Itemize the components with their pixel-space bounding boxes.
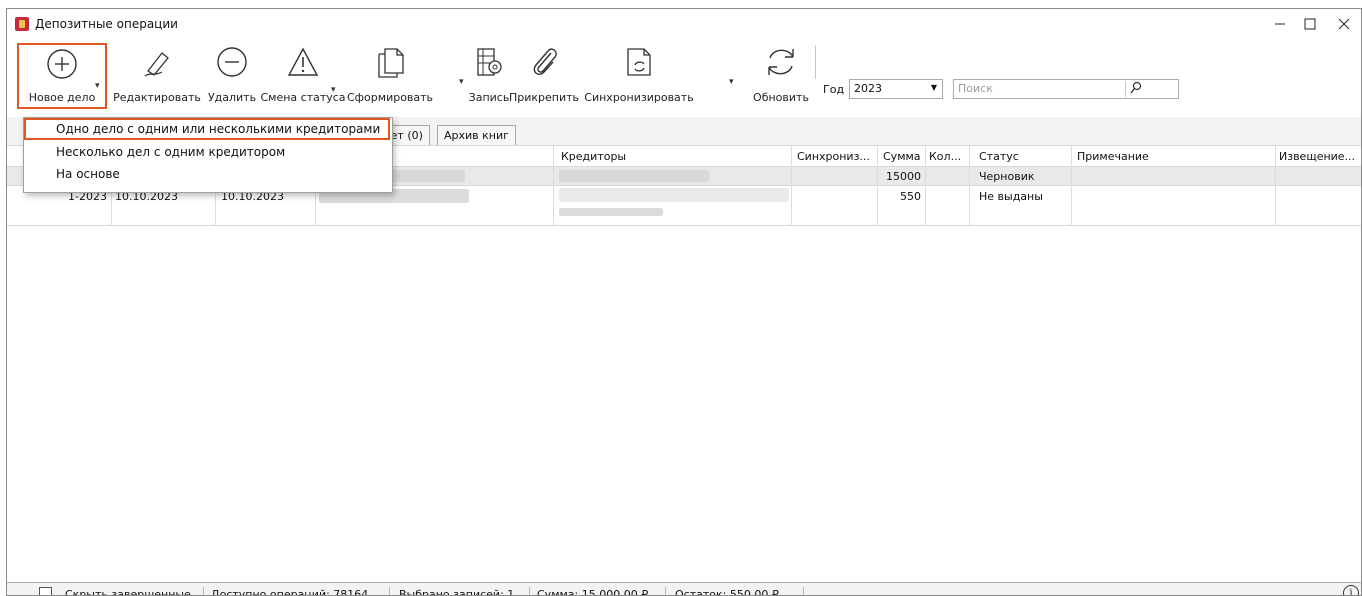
sync-label: Синхронизировать — [584, 91, 694, 104]
menu-item-multiple-cases[interactable]: Несколько дел с одним кредитором — [24, 142, 392, 164]
minimize-button[interactable] — [1265, 13, 1295, 35]
col-header-creditors[interactable]: Кредиторы — [557, 148, 630, 165]
register-icon — [477, 48, 502, 76]
new-case-dropdown-menu: Одно дело с одним или несколькими кредит… — [23, 117, 393, 193]
new-case-button[interactable]: Новое дело — [17, 43, 107, 109]
column-divider — [969, 146, 970, 226]
col-header-note[interactable]: Примечание — [1073, 148, 1153, 165]
redacted-cell — [559, 188, 789, 202]
column-divider — [791, 146, 792, 226]
warning-triangle-icon — [287, 47, 319, 76]
operations-table: Кредиторы Синхрониз... Сумма Кол... Стат… — [7, 145, 1361, 583]
col-header-status[interactable]: Статус — [975, 148, 1023, 165]
generate-dropdown-icon[interactable]: ▾ — [459, 77, 464, 87]
available-operations: Доступно операций: 78164 — [211, 588, 369, 596]
chevron-down-icon: ▼ — [930, 83, 937, 92]
app-logo-icon — [15, 17, 29, 31]
status-divider — [665, 587, 666, 595]
col-header-notice[interactable]: Извещение... — [1275, 148, 1361, 165]
title-bar: Депозитные операции — [7, 9, 1361, 39]
info-icon[interactable]: i — [1343, 585, 1359, 595]
generate-button[interactable]: Сформировать — [347, 43, 433, 109]
toolbar-divider — [815, 45, 816, 79]
total-sum: Сумма: 15 000,00 ₽ — [537, 588, 649, 596]
row-status: Черновик — [979, 170, 1035, 183]
selected-records: Выбрано записей: 1 — [399, 588, 515, 596]
redacted-cell — [559, 170, 709, 182]
refresh-button[interactable]: Обновить — [745, 43, 817, 109]
change-status-dropdown-icon[interactable]: ▾ — [331, 85, 336, 95]
column-divider — [553, 146, 554, 226]
column-divider — [877, 146, 878, 226]
app-window: Депозитные операции Новое дело ▾ Редакти… — [6, 8, 1362, 596]
year-label: Год — [823, 83, 845, 96]
plus-circle-icon — [47, 49, 77, 79]
redacted-cell — [387, 170, 465, 182]
toolbar: Новое дело ▾ Редактировать Удалить Смена… — [7, 39, 1361, 111]
status-divider — [803, 587, 804, 595]
edit-button[interactable]: Редактировать — [109, 43, 205, 109]
close-icon — [1338, 18, 1350, 30]
change-status-button[interactable]: Смена статуса — [260, 43, 346, 109]
hide-completed-checkbox[interactable] — [39, 587, 52, 595]
remainder: Остаток: 550,00 ₽ — [675, 588, 779, 596]
year-value: 2023 — [854, 82, 882, 95]
menu-item-based-on[interactable]: На основе — [24, 164, 392, 186]
status-divider — [203, 587, 204, 595]
delete-label: Удалить — [207, 91, 257, 104]
col-header-sum[interactable]: Сумма — [879, 148, 925, 165]
record-button[interactable]: Запись — [467, 43, 511, 109]
search-placeholder: Поиск — [958, 82, 993, 95]
new-case-label: Новое дело — [28, 91, 96, 104]
maximize-icon — [1304, 18, 1316, 30]
attach-button[interactable]: Прикрепить — [509, 43, 579, 109]
refresh-label: Обновить — [753, 91, 809, 104]
year-select[interactable]: 2023 ▼ — [849, 79, 943, 99]
record-label: Запись — [468, 91, 510, 104]
generate-label: Сформировать — [346, 91, 434, 104]
status-bar: Скрыть завершенные Доступно операций: 78… — [7, 583, 1361, 596]
documents-icon — [378, 48, 404, 78]
delete-button[interactable]: Удалить — [205, 43, 259, 109]
status-divider — [389, 587, 390, 595]
column-divider — [925, 146, 926, 226]
sync-button[interactable]: Синхронизировать — [579, 43, 699, 109]
redacted-cell — [559, 208, 663, 216]
row-sum: 15000 — [886, 170, 921, 183]
attach-label: Прикрепить — [508, 91, 580, 104]
sync-dropdown-icon[interactable]: ▾ — [729, 77, 734, 87]
paperclip-icon — [533, 48, 557, 75]
column-divider — [1275, 146, 1276, 226]
close-button[interactable] — [1329, 13, 1359, 35]
window-title: Депозитные операции — [35, 17, 178, 31]
status-divider — [529, 587, 530, 595]
search-input[interactable]: Поиск — [953, 79, 1179, 99]
new-case-dropdown-icon[interactable]: ▾ — [95, 81, 100, 91]
maximize-button[interactable] — [1295, 13, 1325, 35]
minimize-icon — [1275, 23, 1285, 25]
hide-completed-label[interactable]: Скрыть завершенные — [65, 588, 191, 595]
col-header-sync[interactable]: Синхрониз... — [793, 148, 874, 165]
tab-book-archive[interactable]: Архив книг — [437, 125, 516, 145]
column-divider — [1071, 146, 1072, 226]
pencil-icon — [144, 52, 169, 77]
refresh-icon — [768, 49, 794, 75]
row-sum: 550 — [900, 190, 921, 203]
col-header-count[interactable]: Кол... — [925, 148, 965, 165]
menu-item-single-case[interactable]: Одно дело с одним или несколькими кредит… — [24, 118, 390, 140]
sync-document-icon — [627, 48, 651, 76]
search-icon[interactable] — [1125, 81, 1142, 97]
minus-circle-icon — [217, 47, 247, 77]
row-status: Не выданы — [979, 190, 1043, 203]
edit-label: Редактировать — [113, 91, 201, 104]
